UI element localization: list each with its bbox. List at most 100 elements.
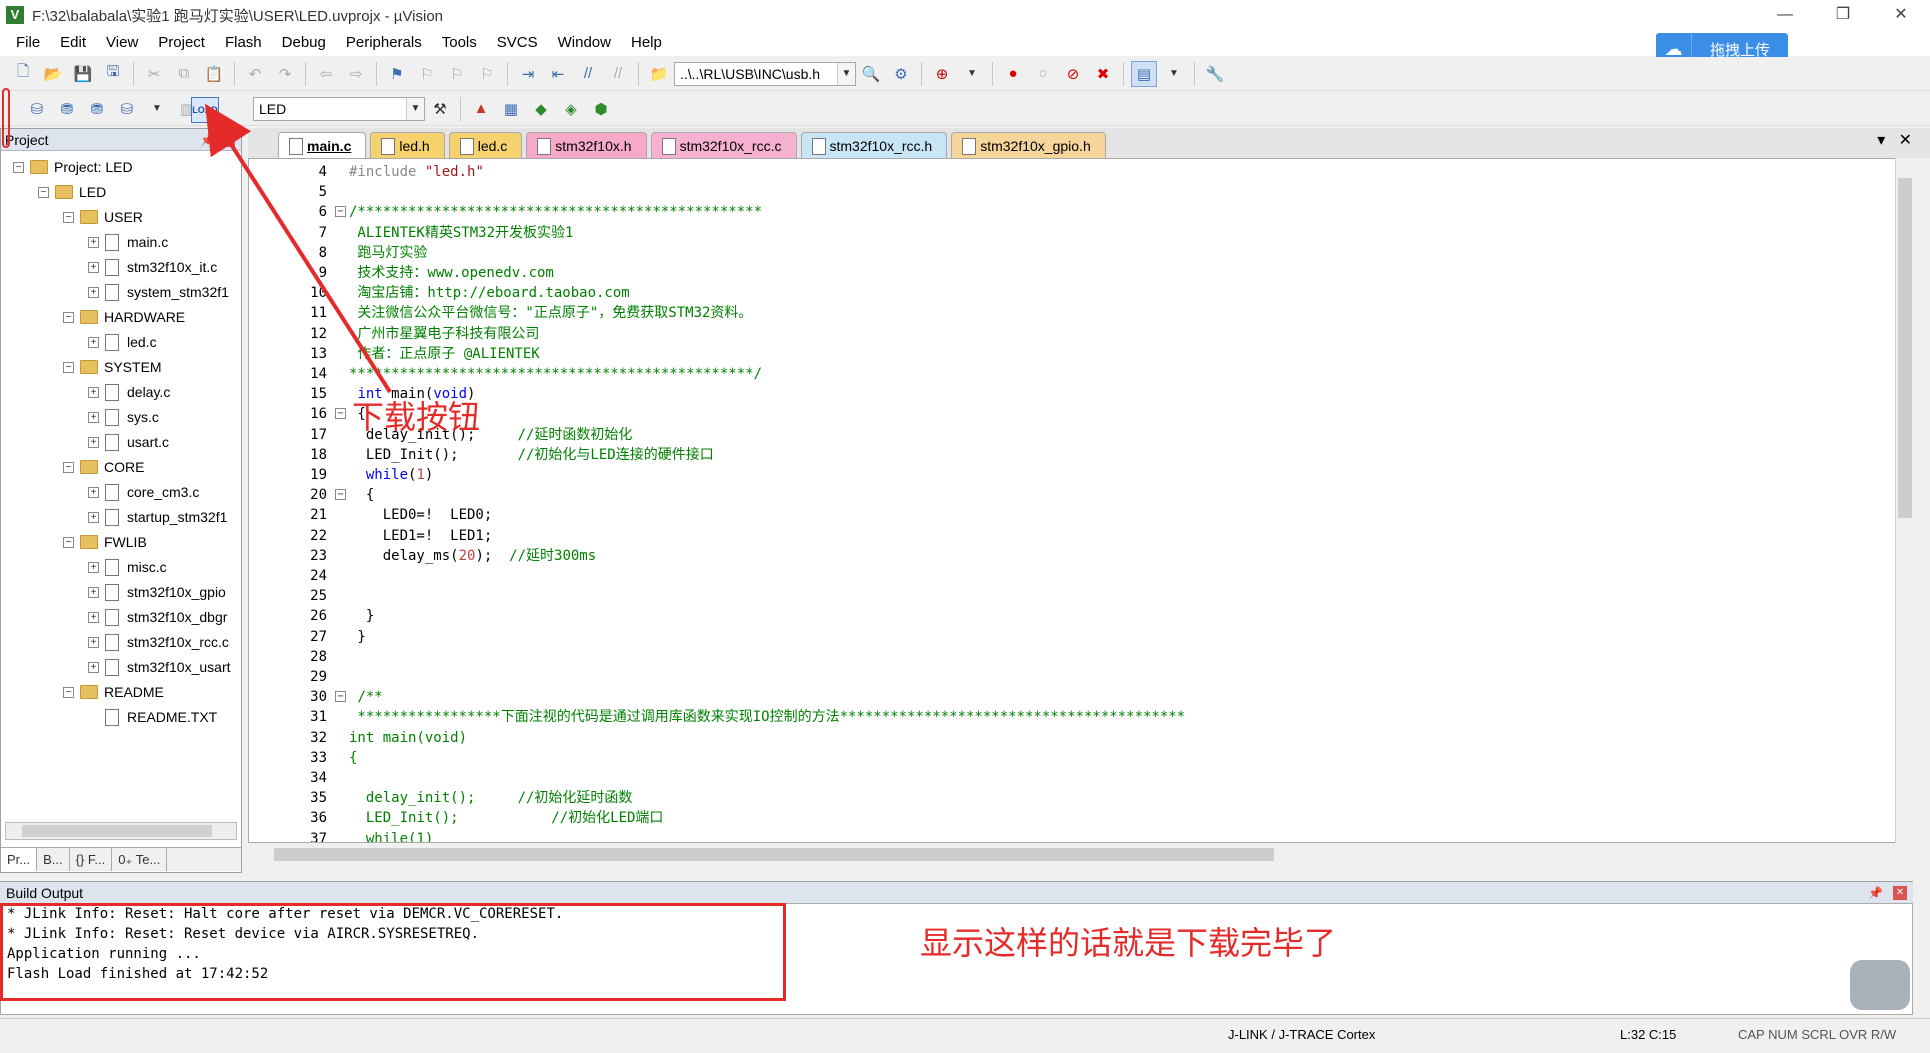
expand-icon[interactable]: + (88, 636, 99, 648)
code-line[interactable]: 35 delay_init(); //初始化延时函数 (249, 788, 1909, 808)
editor-tab[interactable]: main.c (278, 132, 367, 158)
code-line[interactable]: 16− { (249, 404, 1909, 424)
uncomment-icon[interactable]: // (605, 61, 631, 87)
maximize-button[interactable]: ❐ (1814, 0, 1872, 30)
code-line[interactable]: 26 } (249, 606, 1909, 626)
close-tab-icon[interactable]: ✕ (1899, 132, 1912, 149)
code-line[interactable]: 22 LED1=! LED1; (249, 526, 1909, 546)
tree-file-item[interactable]: + system_stm32f1 (88, 280, 229, 304)
code-line[interactable]: 13 作者：正点原子 @ALIENTEK (249, 344, 1909, 364)
rebuild-icon[interactable]: ⛃ (84, 96, 110, 122)
expand-icon[interactable]: + (88, 386, 99, 398)
collapse-icon[interactable]: − (38, 186, 49, 198)
menu-file[interactable]: File (6, 30, 50, 56)
code-editor[interactable]: 4 #include "led.h" 5 6−/*******************… (248, 158, 1913, 843)
select-pack-icon[interactable]: ⬢ (588, 96, 614, 122)
chevron-down-icon[interactable]: ▼ (959, 61, 985, 87)
collapse-icon[interactable]: − (63, 311, 74, 323)
menu-help[interactable]: Help (621, 30, 672, 56)
tree-file-item[interactable]: + stm32f10x_dbgr (88, 605, 227, 629)
code-line[interactable]: 18 LED_Init(); //初始化与LED连接的硬件接口 (249, 445, 1909, 465)
editor-tab[interactable]: led.c (448, 132, 523, 158)
code-line[interactable]: 23 delay_ms(20); //延时300ms (249, 546, 1909, 566)
collapse-icon[interactable]: − (13, 161, 24, 173)
tree-folder-item[interactable]: − CORE (63, 455, 144, 479)
fold-icon[interactable]: − (335, 691, 346, 703)
tree-file-item[interactable]: + stm32f10x_usart (88, 655, 231, 679)
code-line[interactable]: 7 ALIENTEK精英STM32开发板实验1 (249, 223, 1909, 243)
code-line[interactable]: 33 { (249, 748, 1909, 768)
code-line[interactable]: 20− { (249, 485, 1909, 505)
fold-icon[interactable]: − (335, 206, 346, 218)
nav-back-icon[interactable]: ⇦ (313, 61, 339, 87)
code-line[interactable]: 27 } (249, 627, 1909, 647)
editor-hscrollbar[interactable] (252, 845, 1893, 863)
menu-flash[interactable]: Flash (215, 30, 272, 56)
expand-icon[interactable]: + (88, 336, 99, 348)
menu-project[interactable]: Project (148, 30, 215, 56)
find-combo[interactable]: ..\..\RL\USB\INC\usb.h ▼ (674, 61, 856, 86)
target-select[interactable]: LED ▼ (253, 96, 425, 121)
tree-folder-item[interactable]: − USER (63, 205, 143, 229)
tree-file-item[interactable]: + startup_stm32f1 (88, 505, 227, 529)
code-line[interactable]: 6−/*************************************… (249, 202, 1909, 222)
find-in-files-icon[interactable]: 📁 (646, 61, 672, 87)
editor-tab[interactable]: led.h (370, 132, 445, 158)
open-folder-icon[interactable]: 📂 (40, 61, 66, 87)
expand-icon[interactable]: + (88, 511, 99, 523)
breakpoint-disable-icon[interactable]: ○ (1030, 61, 1056, 87)
close-icon[interactable]: ✕ (1893, 886, 1907, 900)
fold-icon[interactable]: − (335, 408, 346, 420)
code-line[interactable]: 19 while(1) (249, 465, 1909, 485)
tree-file-item[interactable]: + delay.c (88, 380, 170, 404)
chevron-down-icon[interactable]: ▼ (1161, 61, 1187, 87)
expand-icon[interactable]: + (88, 261, 99, 273)
expand-icon[interactable]: + (88, 586, 99, 598)
nav-forward-icon[interactable]: ⇨ (343, 61, 369, 87)
pack-installer-icon[interactable]: ◈ (558, 96, 584, 122)
expand-icon[interactable]: + (88, 661, 99, 673)
tree-file-item[interactable]: + stm32f10x_rcc.c (88, 630, 229, 654)
tab-list-icon[interactable]: ▾ (1877, 132, 1885, 149)
close-button[interactable]: ✕ (1872, 0, 1930, 30)
code-line[interactable]: 29 (249, 667, 1909, 687)
code-line[interactable]: 14 **************************************… (249, 364, 1909, 384)
translate-icon[interactable]: ⛁ (24, 96, 50, 122)
tab-books[interactable]: B... (37, 848, 70, 871)
unindent-icon[interactable]: ⇤ (545, 61, 571, 87)
code-line[interactable]: 21 LED0=! LED0; (249, 505, 1909, 525)
project-hscrollbar[interactable] (5, 822, 237, 840)
expand-icon[interactable]: + (88, 561, 99, 573)
code-line[interactable]: 15 int main(void) (249, 384, 1909, 404)
save-icon[interactable]: 💾 (70, 61, 96, 87)
code-line[interactable]: 5 (249, 182, 1909, 202)
code-line[interactable]: 34 (249, 768, 1909, 788)
code-line[interactable]: 4 #include "led.h" (249, 162, 1909, 182)
editor-vscrollbar[interactable] (1895, 158, 1913, 843)
window-layout-icon[interactable]: ▤ (1131, 60, 1157, 87)
code-line[interactable]: 8 跑马灯实验 (249, 243, 1909, 263)
expand-icon[interactable]: + (88, 286, 99, 298)
menu-peripherals[interactable]: Peripherals (336, 30, 432, 56)
tab-project[interactable]: Pr... (1, 848, 38, 871)
breakpoint-disable-all-icon[interactable]: ⊘ (1060, 61, 1086, 87)
breakpoint-icon[interactable]: ● (1000, 61, 1026, 87)
run-time-env-icon[interactable]: ◆ (528, 96, 554, 122)
code-line[interactable]: 36 LED_Init(); //初始化LED端口 (249, 808, 1909, 828)
editor-tab[interactable]: stm32f10x.h (526, 132, 647, 158)
copy-icon[interactable]: ⧉ (171, 61, 197, 87)
build-icon[interactable]: ⛃ (54, 96, 80, 122)
collapse-icon[interactable]: − (63, 361, 74, 373)
find-icon[interactable]: 🔍 (858, 61, 884, 87)
tree-folder-item[interactable]: − LED (38, 180, 106, 204)
batch-build-icon[interactable]: ⛁ (114, 96, 140, 122)
code-line[interactable]: 31 *****************下面注视的代码是通过调用库函数来实现IO… (249, 707, 1909, 727)
code-line[interactable]: 32 int main(void) (249, 728, 1909, 748)
tree-folder-item[interactable]: − Project: LED (13, 155, 133, 179)
code-line[interactable]: 11 关注微信公众平台微信号："正点原子"，免费获取STM32资料。 (249, 303, 1909, 323)
editor-tab[interactable]: stm32f10x_gpio.h (951, 132, 1106, 158)
chevron-down-icon[interactable]: ▼ (406, 97, 424, 120)
load-download-button[interactable]: LOAD (191, 97, 219, 123)
bookmark-next-icon[interactable]: ⚐ (444, 61, 470, 87)
editor-tab[interactable]: stm32f10x_rcc.c (650, 132, 797, 158)
